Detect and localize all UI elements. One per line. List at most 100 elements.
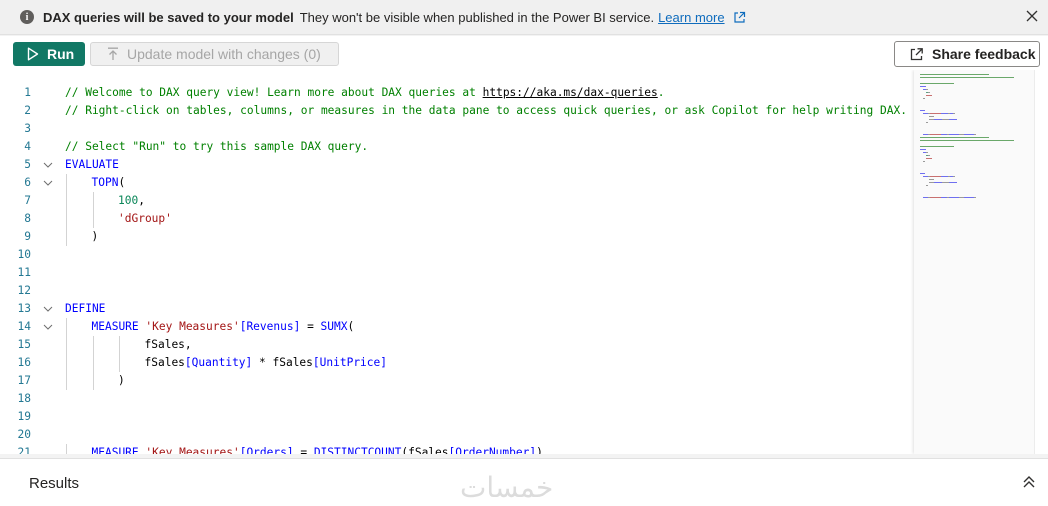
code-text: // Select "Run" to try this sample DAX q… xyxy=(65,138,368,156)
vertical-scrollbar[interactable] xyxy=(1034,70,1048,454)
code-text: fSales, xyxy=(145,336,192,354)
code-token: [UnitPrice] xyxy=(312,356,387,369)
code-token: = xyxy=(300,320,321,333)
code-text: MEASURE 'Key Measures'[Orders] = DISTINC… xyxy=(92,444,543,454)
code-line[interactable]: 18 xyxy=(0,390,910,408)
info-banner: i DAX queries will be saved to your mode… xyxy=(0,0,1048,35)
share-label: Share feedback xyxy=(932,46,1036,62)
run-button[interactable]: Run xyxy=(13,42,85,66)
minimap-stroke xyxy=(941,176,948,177)
minimap-stroke xyxy=(967,137,987,138)
code-line[interactable]: 3 xyxy=(0,120,910,138)
fold-chevron-icon[interactable] xyxy=(42,156,54,174)
indent-guide xyxy=(66,372,67,390)
indent-guide xyxy=(66,228,67,246)
minimap-stroke xyxy=(923,98,925,99)
code-line[interactable]: 10 xyxy=(0,246,910,264)
fold-chevron-icon[interactable] xyxy=(42,300,54,318)
code-line[interactable]: 19 xyxy=(0,408,910,426)
info-icon: i xyxy=(20,10,34,24)
minimap-stroke xyxy=(920,173,925,174)
code-text: 'dGroup' xyxy=(118,210,172,228)
indent-guide xyxy=(66,192,67,210)
minimap-stroke xyxy=(926,89,928,90)
minimap-stroke xyxy=(926,122,928,123)
code-line[interactable]: 5 EVALUATE xyxy=(0,156,910,174)
minimap-stroke xyxy=(930,197,941,198)
code-token: , xyxy=(138,194,145,207)
code-lines[interactable]: 1 // Welcome to DAX query view! Learn mor… xyxy=(0,84,910,454)
code-token: https://aka.ms/dax-queries xyxy=(482,86,658,99)
code-line[interactable]: 1 // Welcome to DAX query view! Learn mor… xyxy=(0,84,910,102)
code-line[interactable]: 13 DEFINE xyxy=(0,300,910,318)
minimap[interactable] xyxy=(914,70,1034,454)
code-text: fSales[Quantity] * fSales[UnitPrice] xyxy=(145,354,388,372)
indent-guide xyxy=(66,318,67,336)
code-line[interactable]: 21 MEASURE 'Key Measures'[Orders] = DISTI… xyxy=(0,444,910,454)
line-number: 20 xyxy=(17,428,31,441)
line-number: 17 xyxy=(17,374,31,387)
play-icon xyxy=(27,47,39,61)
minimap-stroke xyxy=(987,137,989,138)
code-token: ) xyxy=(118,374,125,387)
code-line[interactable]: 2 // Right-click on tables, columns, or m… xyxy=(0,102,910,120)
code-token: [OrderNumber] xyxy=(448,446,537,454)
code-text: MEASURE 'Key Measures'[Revenus] = SUMX( xyxy=(92,318,355,336)
code-line[interactable]: 20 xyxy=(0,426,910,444)
banner-title: DAX queries will be saved to your model xyxy=(43,9,294,25)
minimap-stroke xyxy=(920,86,926,87)
indent-guide xyxy=(119,336,120,354)
code-token: TOPN xyxy=(91,176,119,189)
code-token: MEASURE xyxy=(91,446,139,454)
code-line[interactable]: 7 100, xyxy=(0,192,910,210)
close-banner-icon[interactable] xyxy=(1026,10,1038,22)
code-line[interactable]: 12 xyxy=(0,282,910,300)
code-line[interactable]: 6 TOPN( xyxy=(0,174,910,192)
minimap-stroke xyxy=(920,83,954,84)
minimap-stroke xyxy=(930,134,941,135)
minimap-stroke xyxy=(929,116,934,117)
fold-chevron-icon[interactable] xyxy=(42,174,54,192)
line-number: 8 xyxy=(24,212,31,225)
line-number: 19 xyxy=(17,410,31,423)
code-token: ( xyxy=(347,320,355,333)
external-link-icon[interactable] xyxy=(733,11,746,24)
code-token: * fSales xyxy=(252,356,313,369)
expand-results-icon[interactable] xyxy=(1022,475,1036,489)
minimap-stroke xyxy=(920,74,967,75)
code-token: [Revenus] xyxy=(239,320,301,333)
share-feedback-button[interactable]: Share feedback xyxy=(894,41,1040,67)
minimap-stroke xyxy=(926,95,932,96)
code-editor[interactable]: 1 // Welcome to DAX query view! Learn mor… xyxy=(0,70,1048,454)
code-line[interactable]: 9) xyxy=(0,228,910,246)
code-token: (fSales xyxy=(401,446,449,454)
code-text: 100, xyxy=(118,192,145,210)
indent-guide xyxy=(66,174,67,192)
code-token: MEASURE xyxy=(91,320,139,333)
code-line[interactable]: 15 fSales, xyxy=(0,336,910,354)
code-line[interactable]: 8 'dGroup' xyxy=(0,210,910,228)
code-text: EVALUATE xyxy=(65,156,119,174)
code-token: SUMX xyxy=(320,320,348,333)
code-token: 'Key Measures' xyxy=(145,446,240,454)
results-panel: Results خمسات xyxy=(0,458,1048,506)
learn-more-link[interactable]: Learn more xyxy=(658,10,724,25)
code-text: // Welcome to DAX query view! Learn more… xyxy=(65,84,664,102)
minimap-stroke xyxy=(949,182,957,183)
indent-guide xyxy=(119,354,120,372)
minimap-stroke xyxy=(953,176,955,177)
minimap-stroke xyxy=(942,119,949,120)
code-line[interactable]: 11 xyxy=(0,264,910,282)
update-model-button[interactable]: Update model with changes (0) xyxy=(90,42,339,66)
line-number: 6 xyxy=(24,176,31,189)
code-line[interactable]: 17) xyxy=(0,372,910,390)
minimap-stroke xyxy=(920,137,967,138)
code-line[interactable]: 4 // Select "Run" to try this sample DAX … xyxy=(0,138,910,156)
minimap-stroke xyxy=(949,134,959,135)
code-line[interactable]: 14 MEASURE 'Key Measures'[Revenus] = SUMX… xyxy=(0,318,910,336)
minimap-stroke xyxy=(920,110,925,111)
banner-message: They won't be visible when published in … xyxy=(299,9,655,25)
fold-chevron-icon[interactable] xyxy=(42,318,54,336)
code-token: ) xyxy=(536,446,543,454)
code-line[interactable]: 16 fSales[Quantity] * fSales[UnitPrice] xyxy=(0,354,910,372)
